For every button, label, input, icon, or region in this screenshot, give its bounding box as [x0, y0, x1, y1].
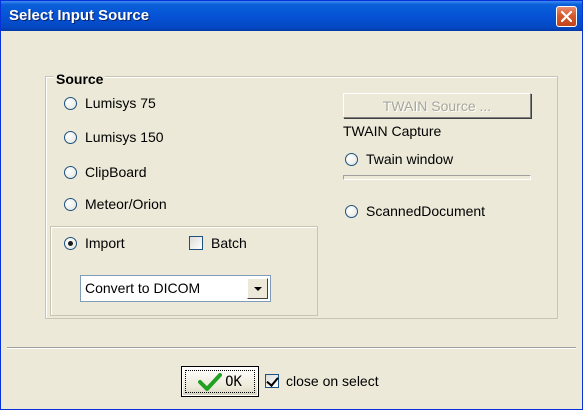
checkmark-icon: [198, 372, 223, 391]
radio-button[interactable]: [64, 197, 77, 211]
radio-lumisys-150[interactable]: Lumisys 150: [64, 127, 164, 147]
radio-lumisys-75[interactable]: Lumisys 75: [64, 93, 156, 113]
close-button[interactable]: [556, 6, 577, 27]
radio-button[interactable]: [345, 204, 358, 218]
radio-button[interactable]: [64, 165, 77, 179]
radio-button[interactable]: [64, 96, 77, 110]
footer-divider: [7, 347, 576, 349]
radio-button[interactable]: [64, 236, 77, 250]
radio-label: Lumisys 75: [85, 95, 156, 111]
batch-label: Batch: [211, 235, 247, 251]
dialog-client-area: Source Lumisys 75 Lumisys 150 ClipBoard …: [1, 31, 582, 409]
batch-checkbox[interactable]: [189, 236, 203, 250]
title-bar[interactable]: Select Input Source: [1, 1, 582, 31]
close-icon: [561, 11, 572, 22]
close-on-select-row[interactable]: close on select: [265, 371, 379, 391]
radio-label: Meteor/Orion: [85, 196, 167, 212]
twain-source-label: TWAIN Source ...: [382, 97, 492, 114]
dropdown-selected-value: Convert to DICOM: [85, 280, 201, 296]
radio-label: Twain window: [366, 151, 454, 167]
radio-twain-window[interactable]: Twain window: [345, 149, 453, 169]
close-on-select-label: close on select: [286, 373, 379, 389]
chevron-down-icon: [253, 286, 262, 291]
batch-checkbox-row[interactable]: Batch: [189, 233, 247, 253]
radio-label: ClipBoard: [85, 164, 147, 180]
radio-clipboard[interactable]: ClipBoard: [64, 162, 146, 182]
radio-label: ScannedDocument: [366, 203, 486, 219]
convert-dropdown[interactable]: Convert to DICOM: [80, 275, 271, 302]
radio-label: Import: [85, 235, 125, 251]
radio-scanned-document[interactable]: ScannedDocument: [345, 201, 485, 221]
radio-import[interactable]: Import: [64, 233, 125, 253]
ok-button[interactable]: OK: [181, 366, 259, 397]
radio-label: Lumisys 150: [85, 129, 164, 145]
dropdown-arrow-button[interactable]: [247, 278, 268, 299]
twain-separator: [343, 175, 531, 180]
ok-label: OK: [225, 373, 242, 390]
radio-button[interactable]: [345, 152, 358, 166]
close-on-select-checkbox[interactable]: [265, 374, 279, 388]
twain-capture-label: TWAIN Capture: [343, 123, 442, 139]
radio-meteor-orion[interactable]: Meteor/Orion: [64, 194, 167, 214]
dialog-window: Select Input Source Source Lumisys 75 Lu…: [0, 0, 583, 410]
twain-source-button[interactable]: TWAIN Source ...: [343, 93, 531, 118]
window-title: Select Input Source: [9, 7, 150, 24]
radio-button[interactable]: [64, 130, 77, 144]
source-group-legend: Source: [54, 71, 106, 87]
